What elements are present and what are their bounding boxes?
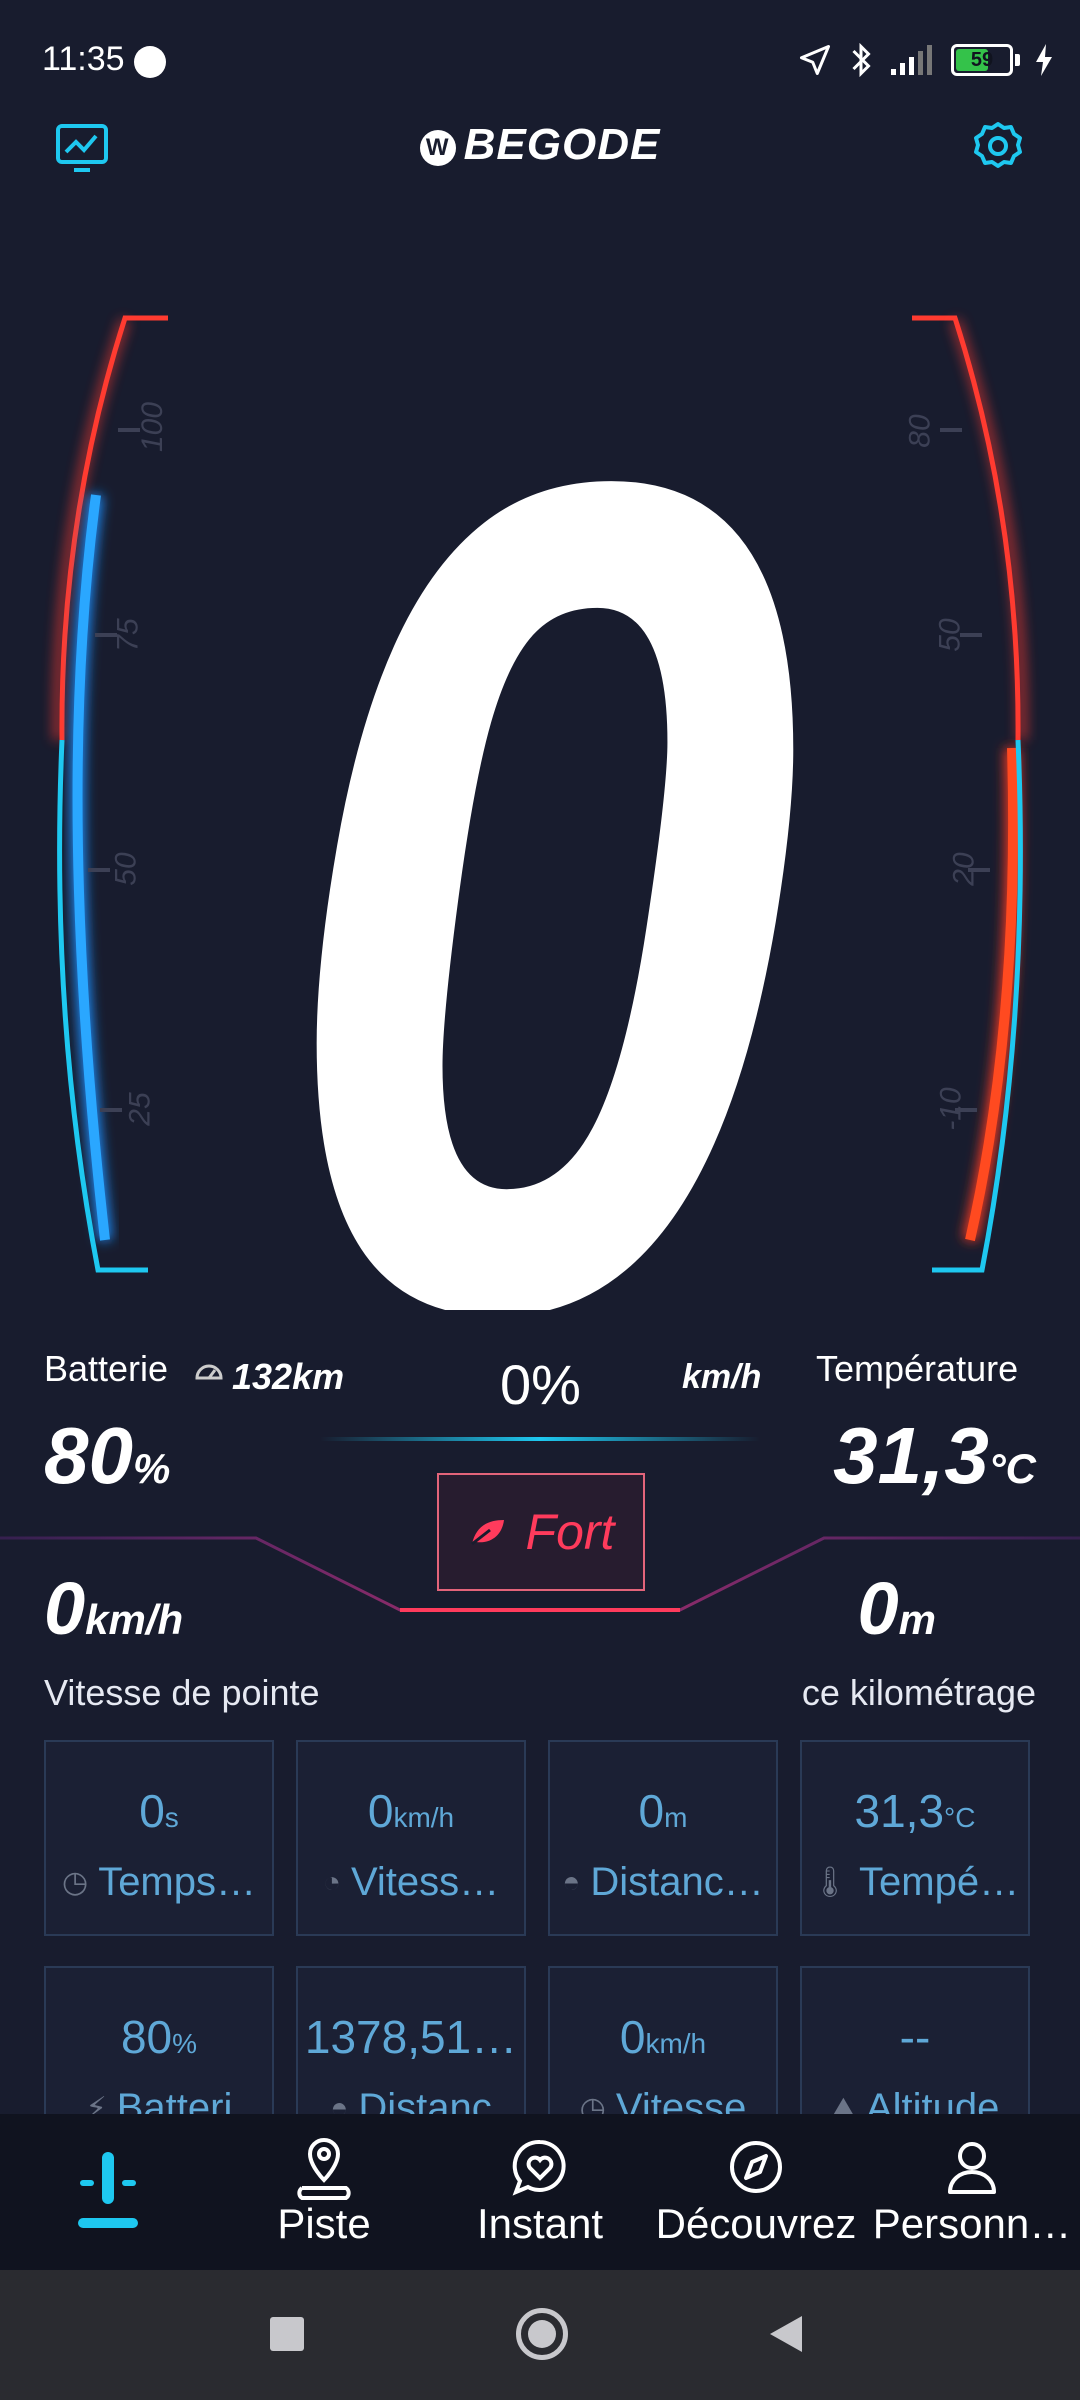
nav-discover[interactable]: Découvrez bbox=[648, 2114, 864, 2270]
leaf-icon bbox=[470, 1520, 504, 1546]
odometer-icon: ◓ bbox=[562, 1865, 581, 1899]
tile-value: 0s bbox=[139, 1785, 179, 1837]
top-speed-value: 0km/h bbox=[44, 1566, 183, 1651]
gear-icon bbox=[974, 122, 1022, 168]
system-navigation-bar bbox=[0, 2270, 1080, 2400]
bottom-navigation: Piste Instant Découvrez Personn… bbox=[0, 2114, 1080, 2270]
tile-ride-time[interactable]: 0s ◷ Temps… bbox=[44, 1740, 274, 1936]
estimated-range: 132km bbox=[232, 1356, 345, 1397]
top-speed-number: 0 bbox=[44, 1567, 86, 1650]
location-pin-icon bbox=[297, 2137, 351, 2200]
center-percent: 0% bbox=[500, 1353, 581, 1416]
speed-digit-display: 0 bbox=[277, 290, 802, 1310]
tile-label: Distanc… bbox=[590, 1860, 764, 1904]
heart-chat-icon bbox=[512, 2139, 566, 2196]
signal-icon bbox=[891, 45, 932, 75]
brand-title: W BEGODE bbox=[0, 120, 1080, 170]
begode-logo-icon: W bbox=[419, 130, 456, 166]
tile-label: Tempé… bbox=[859, 1860, 1020, 1904]
tile-value: 31,3°C bbox=[854, 1785, 976, 1837]
brand-name: BEGODE bbox=[463, 120, 661, 169]
trip-distance-label: ce kilométrage bbox=[801, 1672, 1036, 1713]
status-icons: 59 bbox=[797, 40, 1054, 80]
battery-status-icon: 59 bbox=[951, 44, 1013, 76]
ride-mode-label: Fort bbox=[525, 1504, 615, 1560]
nav-dashboard[interactable] bbox=[0, 2114, 216, 2270]
speed-value: 0 bbox=[277, 290, 802, 1310]
trip-distance-value: 0m bbox=[857, 1566, 936, 1651]
tile-value: -- bbox=[899, 2011, 931, 2063]
speed-unit: km/h bbox=[682, 1358, 762, 1396]
bluetooth-icon bbox=[852, 42, 871, 78]
timer-icon: ◔ bbox=[322, 1865, 341, 1899]
trip-distance-number: 0 bbox=[857, 1567, 899, 1650]
range-gauge-icon bbox=[194, 1358, 224, 1387]
joystick-icon bbox=[78, 2152, 138, 2228]
app-notification-icon bbox=[134, 46, 166, 78]
nav-instant[interactable]: Instant bbox=[432, 2114, 648, 2270]
recents-button[interactable] bbox=[270, 2317, 304, 2351]
tile-value: 0km/h bbox=[367, 1785, 455, 1837]
charging-icon bbox=[1036, 44, 1052, 76]
tile-value: 80% bbox=[120, 2011, 198, 2063]
nav-discover-label: Découvrez bbox=[655, 2200, 857, 2247]
temperature-label: Température bbox=[816, 1348, 1019, 1389]
tile-distance[interactable]: 0m ◓ Distanc… bbox=[548, 1740, 778, 1936]
thermometer-icon: 🌡 bbox=[810, 1866, 850, 1899]
compass-icon bbox=[730, 2141, 782, 2193]
back-button[interactable] bbox=[768, 2314, 804, 2354]
battery-nub bbox=[1015, 54, 1020, 66]
home-button[interactable] bbox=[516, 2308, 568, 2360]
tile-average-speed[interactable]: 0km/h ◔ Vitess… bbox=[296, 1740, 526, 1936]
person-icon bbox=[948, 2142, 996, 2194]
trip-distance-unit: m bbox=[898, 1596, 936, 1643]
tile-label: Vitess… bbox=[350, 1860, 500, 1904]
battery-level: 59 bbox=[970, 48, 994, 71]
battery-label: Batterie bbox=[44, 1348, 169, 1389]
ride-mode-button[interactable]: Fort bbox=[437, 1473, 645, 1591]
nav-piste-label: Piste bbox=[277, 2200, 371, 2247]
top-speed-label: Vitesse de pointe bbox=[44, 1672, 320, 1713]
nav-instant-label: Instant bbox=[476, 2200, 604, 2247]
top-speed-unit: km/h bbox=[85, 1596, 184, 1643]
nav-profile-label: Personn… bbox=[872, 2200, 1072, 2247]
tile-label: Temps… bbox=[98, 1860, 256, 1904]
tile-value: 1378,51… bbox=[304, 2011, 518, 2063]
tile-value: 0km/h bbox=[619, 2011, 707, 2063]
tile-value: 0m bbox=[638, 1785, 688, 1837]
status-time: 11:35 bbox=[42, 40, 125, 78]
clock-icon: ◷ bbox=[62, 1866, 89, 1899]
nav-piste[interactable]: Piste bbox=[216, 2114, 432, 2270]
tile-temperature[interactable]: 31,3°C 🌡 Tempé… bbox=[800, 1740, 1030, 1936]
settings-button[interactable] bbox=[970, 118, 1026, 174]
nav-profile[interactable]: Personn… bbox=[864, 2114, 1080, 2270]
location-icon bbox=[800, 45, 830, 75]
